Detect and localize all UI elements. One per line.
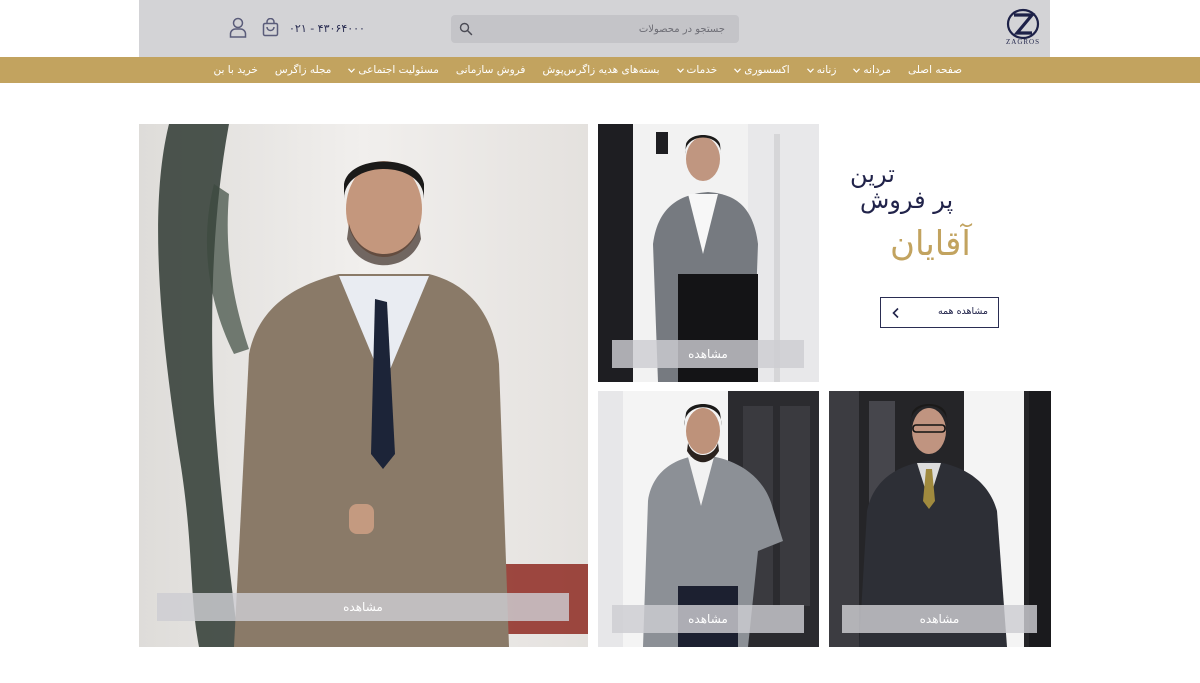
phone-number[interactable]: ۰۲۱ - ۴۳۰۶۴۰۰۰ [289, 22, 365, 35]
promo-heading: پر فروش [860, 186, 954, 214]
chevron-down-icon [853, 68, 861, 73]
nav-item-social-responsibility[interactable]: مسئولیت اجتماعی [348, 64, 439, 76]
nav-item-home[interactable]: صفحه اصلی [908, 64, 962, 76]
nav-item-label: مردانه [863, 64, 891, 76]
product-photo-bottom-right[interactable]: مشاهده [829, 391, 1051, 647]
product-photo-bottom-left[interactable]: مشاهده [598, 391, 819, 647]
nav-item-corporate-sales[interactable]: فروش سازمانی [456, 64, 526, 76]
zagros-logo[interactable]: ZAGROS [1003, 8, 1043, 50]
logo-text: ZAGROS [1005, 38, 1040, 46]
search-box [451, 15, 739, 43]
chevron-down-icon [348, 68, 356, 73]
shopping-bag-icon[interactable] [261, 18, 280, 37]
promo-subtitle: ترین [850, 160, 895, 188]
nav-item-gift-packages[interactable]: بسته‌های هدیه زاگرس‌پوش [542, 64, 659, 76]
nav-item-label: خدمات [686, 64, 718, 76]
promo-title: آقایان [890, 224, 971, 264]
nav-item-services[interactable]: خدمات [676, 64, 718, 76]
nav-item-label: زنانه [816, 64, 837, 76]
model-brown-suit-image [139, 124, 588, 647]
view-button[interactable]: مشاهده [612, 605, 804, 633]
logo-mark-icon [1006, 8, 1040, 40]
nav-item-magazine[interactable]: مجله زاگرس [275, 64, 331, 76]
view-button[interactable]: مشاهده [157, 593, 569, 621]
see-all-button[interactable]: مشاهده همه [880, 297, 999, 328]
search-input[interactable] [477, 15, 731, 43]
product-photo-large[interactable]: مشاهده [139, 124, 588, 647]
view-button[interactable]: مشاهده [842, 605, 1037, 633]
main-navigation: صفحه اصلی مردانه زنانه اکسسوری خدمات بست… [0, 57, 1200, 83]
see-all-label: مشاهده همه [937, 306, 988, 317]
search-icon[interactable] [459, 22, 473, 36]
nav-item-label: اکسسوری [744, 64, 790, 76]
view-button[interactable]: مشاهده [612, 340, 804, 368]
nav-item-voucher-purchase[interactable]: خرید با بن [213, 64, 257, 76]
chevron-down-icon [806, 68, 814, 73]
nav-item-women[interactable]: زنانه [806, 64, 837, 76]
top-header: ZAGROS ۰۲۱ - ۴۳۰۶۴۰۰۰ [0, 0, 1200, 57]
chevron-down-icon [676, 68, 684, 73]
nav-item-label: مجله زاگرس [274, 64, 332, 76]
nav-item-label: خرید با بن [213, 64, 258, 76]
nav-item-label: مسئولیت اجتماعی [358, 64, 439, 76]
chevron-left-icon [892, 307, 899, 319]
nav-item-label: بسته‌های هدیه زاگرس‌پوش [542, 64, 660, 76]
nav-list: صفحه اصلی مردانه زنانه اکسسوری خدمات بست… [196, 57, 962, 83]
product-photo-top-right[interactable]: مشاهده [598, 124, 819, 382]
user-account-icon[interactable] [229, 17, 247, 38]
chevron-down-icon [734, 68, 742, 73]
nav-item-label: صفحه اصلی [907, 64, 962, 76]
nav-item-men[interactable]: مردانه [853, 64, 891, 76]
nav-item-accessories[interactable]: اکسسوری [734, 64, 790, 76]
nav-item-label: فروش سازمانی [455, 64, 526, 76]
